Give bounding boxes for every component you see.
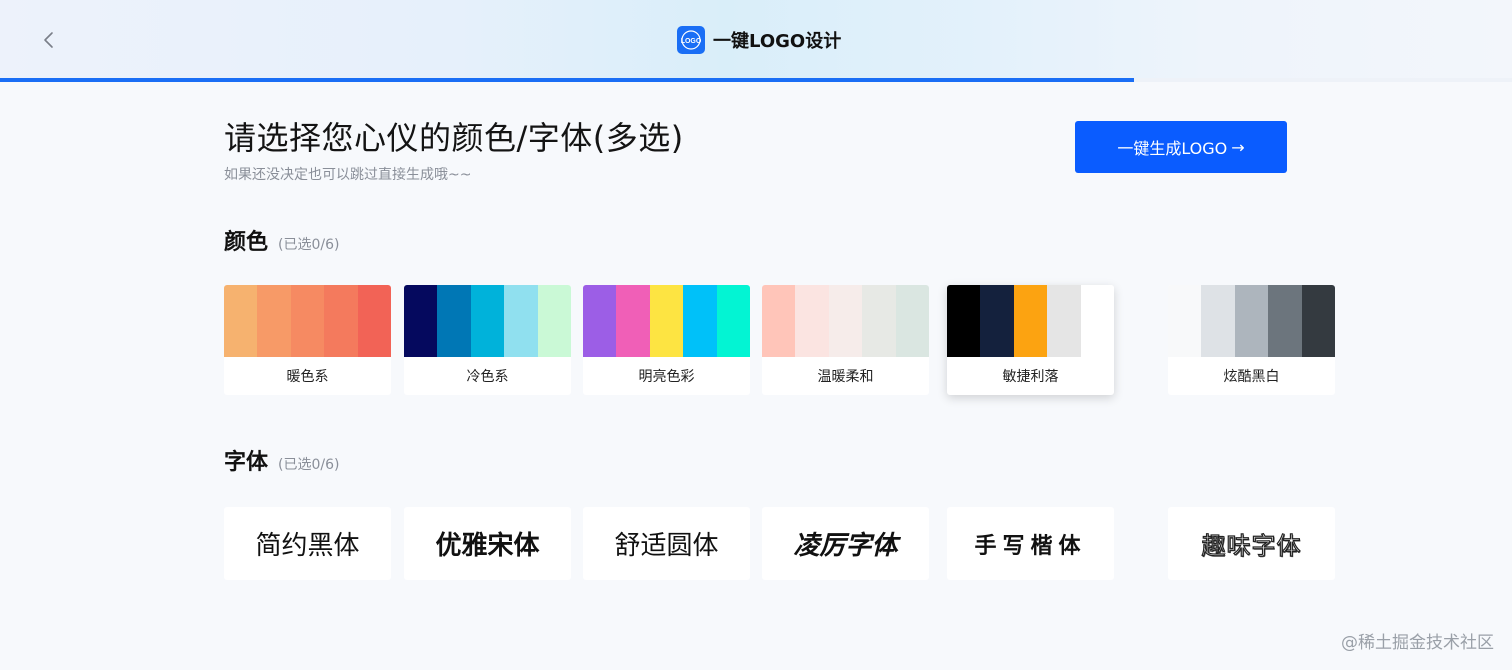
color-swatch — [828, 285, 863, 357]
generate-logo-button[interactable]: 一键生成LOGO → — [1075, 121, 1287, 173]
color-swatch — [357, 285, 391, 357]
arrow-right-icon: → — [1231, 137, 1245, 157]
font-card-sharp[interactable]: 凌厉字体 — [762, 507, 929, 580]
generate-logo-button-label: 一键生成LOGO — [1117, 139, 1228, 158]
font-card-handwritten-kai[interactable]: 手写楷体 — [947, 507, 1114, 580]
color-card-label: 冷色系 — [466, 369, 509, 385]
color-swatch — [404, 285, 438, 357]
chevron-left-icon — [44, 32, 53, 48]
color-swatch — [1234, 285, 1269, 357]
watermark: @稀土掘金技术社区 — [1341, 633, 1494, 653]
color-swatch — [257, 285, 291, 357]
color-swatch — [290, 285, 325, 357]
color-swatch — [1080, 285, 1114, 357]
color-selected-count: (已选0/6) — [278, 237, 340, 253]
color-swatch — [762, 285, 796, 357]
color-swatch — [1047, 285, 1081, 357]
color-palette — [224, 285, 391, 357]
logo-icon: LOGO — [677, 26, 705, 54]
color-swatch — [324, 285, 358, 357]
font-card-label: 简约黑体 — [255, 531, 360, 561]
brand-title: 一键LOGO设计 — [713, 31, 842, 52]
color-swatch — [537, 285, 571, 357]
font-selected-count: (已选0/6) — [278, 457, 340, 473]
color-card[interactable]: 温暖柔和 — [762, 285, 929, 395]
back-button[interactable] — [36, 27, 62, 53]
color-swatch — [649, 285, 684, 357]
page-subtitle: 如果还没决定也可以跳过直接生成哦~~ — [224, 167, 472, 183]
font-card-label: 舒适圆体 — [614, 530, 719, 560]
brand: LOGO 一键LOGO设计 — [677, 26, 841, 54]
color-swatch — [583, 285, 617, 357]
color-card[interactable]: 明亮色彩 — [583, 285, 750, 395]
color-card[interactable]: 炫酷黑白 — [1168, 285, 1335, 395]
font-card-label: 凌厉字体 — [793, 531, 898, 561]
color-card[interactable]: 敏捷利落 — [947, 285, 1114, 395]
color-card-label: 温暖柔和 — [817, 369, 874, 385]
color-swatch — [1168, 285, 1202, 357]
progress-bar-fill — [0, 78, 1134, 82]
font-card-simple-hei[interactable]: 简约黑体 — [224, 507, 391, 580]
progress-bar — [0, 78, 1512, 82]
color-palette — [404, 285, 571, 357]
color-swatch — [862, 285, 896, 357]
color-card[interactable]: 冷色系 — [404, 285, 571, 395]
color-palette — [1168, 285, 1335, 357]
font-section-header: 字体 (已选0/6) — [224, 444, 339, 476]
color-swatch — [224, 285, 258, 357]
color-card[interactable]: 暖色系 — [224, 285, 391, 395]
color-swatch — [470, 285, 505, 357]
font-card-label: 优雅宋体 — [435, 531, 540, 561]
color-swatch — [616, 285, 650, 357]
color-swatch — [437, 285, 471, 357]
font-card-label: 趣味字体 — [1201, 531, 1302, 560]
color-palette — [947, 285, 1114, 357]
color-swatch — [1268, 285, 1302, 357]
font-section-title: 字体 — [224, 450, 269, 475]
color-swatch — [947, 285, 981, 357]
color-card-label: 暖色系 — [286, 369, 329, 385]
font-card-comfort-round[interactable]: 舒适圆体 — [583, 507, 750, 580]
color-swatch — [1301, 285, 1335, 357]
color-swatch — [504, 285, 538, 357]
font-card-label: 手写楷体 — [974, 532, 1087, 559]
color-swatch — [1201, 285, 1235, 357]
color-swatch — [716, 285, 750, 357]
color-swatch — [980, 285, 1014, 357]
color-palette — [762, 285, 929, 357]
color-swatch — [683, 285, 717, 357]
color-card-label: 明亮色彩 — [638, 369, 695, 385]
color-swatch — [1013, 285, 1048, 357]
color-card-label: 炫酷黑白 — [1223, 369, 1280, 385]
color-card-label: 敏捷利落 — [1002, 369, 1059, 385]
page-title: 请选择您心仪的颜色/字体(多选) — [224, 119, 684, 157]
color-swatch — [795, 285, 829, 357]
font-card-elegant-song[interactable]: 优雅宋体 — [404, 507, 571, 580]
top-header: LOGO 一键LOGO设计 — [0, 0, 1512, 78]
font-card-fun[interactable]: 趣味字体 — [1168, 507, 1335, 580]
color-section-header: 颜色 (已选0/6) — [224, 224, 339, 256]
color-palette — [583, 285, 750, 357]
svg-text:LOGO: LOGO — [681, 38, 702, 45]
color-section-title: 颜色 — [224, 230, 269, 255]
color-swatch — [895, 285, 929, 357]
